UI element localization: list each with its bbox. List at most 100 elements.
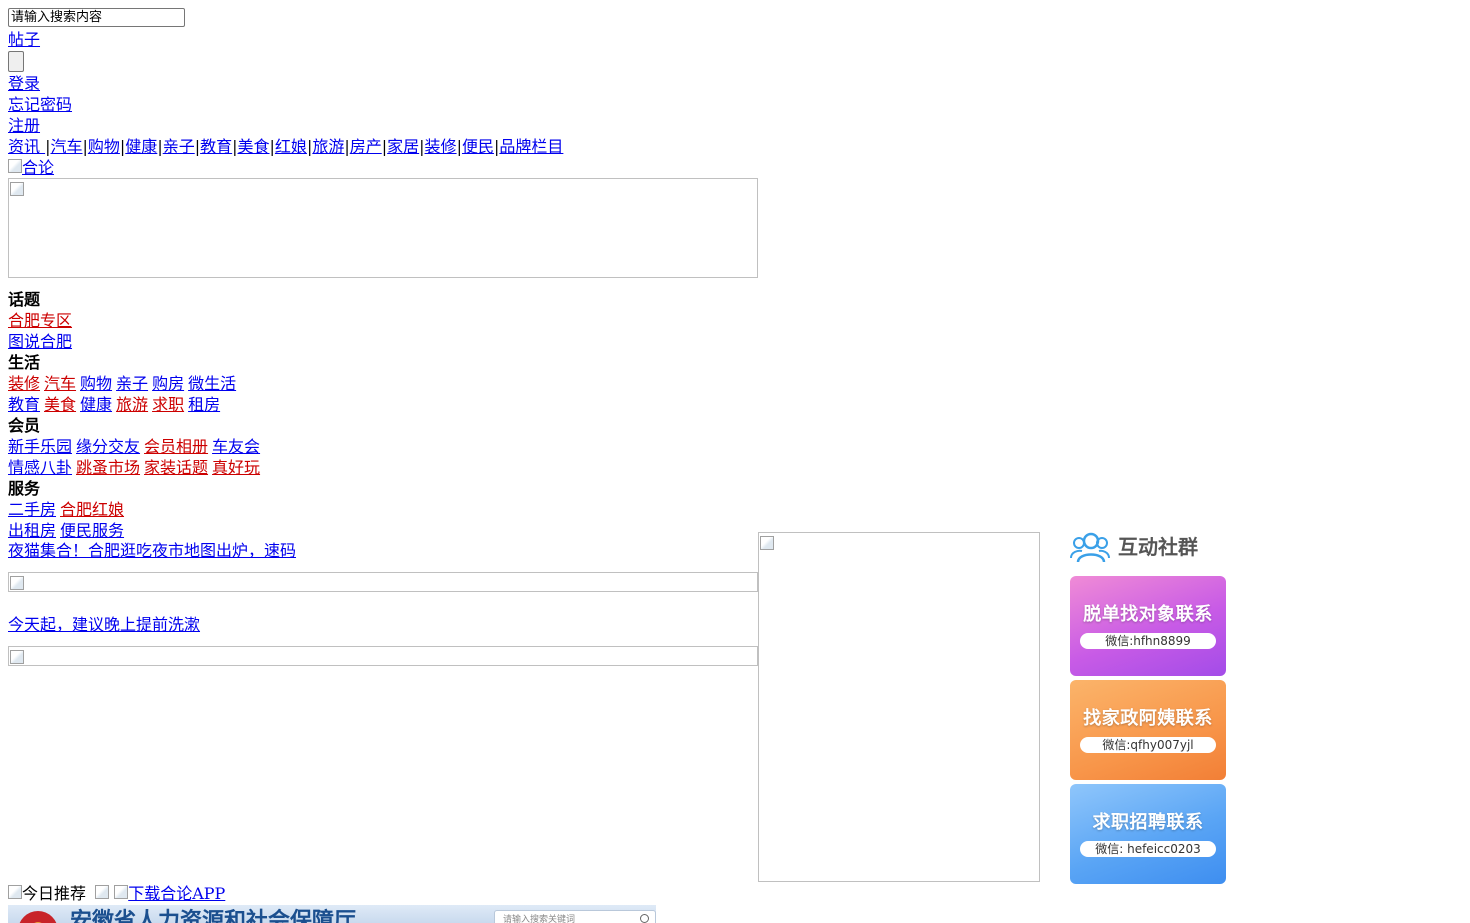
section-link[interactable]: 家装话题: [144, 458, 208, 477]
section-heading: 生活: [8, 353, 41, 372]
nav-link[interactable]: 汽车: [50, 137, 82, 156]
broken-image-icon: [95, 885, 110, 899]
section-link[interactable]: 购房: [152, 374, 184, 393]
broken-image-icon: [10, 650, 24, 664]
section-link[interactable]: 装修: [8, 374, 40, 393]
section-row: 图说合肥: [8, 331, 768, 352]
broken-image-icon: [760, 536, 774, 550]
nav-link[interactable]: 旅游: [312, 137, 344, 156]
login-link[interactable]: 登录: [8, 73, 768, 94]
sidebar-header: 互动社群: [1070, 530, 1230, 564]
category-nav: 资讯 |汽车|购物|健康|亲子|教育|美食|红娘|旅游|房产|家居|装修|便民|…: [8, 136, 768, 157]
large-ad-image[interactable]: [758, 532, 1040, 882]
section-link[interactable]: 求职: [152, 395, 184, 414]
section-link[interactable]: 合肥专区: [8, 311, 72, 330]
section-link[interactable]: 车友会: [212, 437, 260, 456]
article-image[interactable]: [8, 646, 758, 666]
card-title: 脱单找对象联系: [1083, 603, 1213, 625]
card-wechat: 微信: hefeicc0203: [1080, 840, 1216, 857]
preview-title: 安徽省人力资源和社会保障厅: [70, 909, 357, 923]
nav-link[interactable]: 品牌栏目: [499, 137, 563, 156]
card-title: 求职招聘联系: [1092, 811, 1204, 833]
emblem-icon: [18, 911, 58, 923]
article-link[interactable]: 夜猫集合！合肥逛吃夜市地图出炉，速码: [8, 540, 768, 561]
nav-link[interactable]: 资讯: [8, 137, 45, 156]
hrss-preview-image[interactable]: 安徽省人力资源和社会保障厅 请输入搜索关键词: [8, 905, 656, 923]
section-link[interactable]: 便民服务: [60, 521, 124, 540]
section-link[interactable]: 二手房: [8, 500, 56, 519]
section-row: 新手乐园 缘分交友 会员相册 车友会: [8, 436, 768, 457]
sidebar-title: 互动社群: [1118, 534, 1198, 559]
section-link[interactable]: 亲子: [116, 374, 148, 393]
card-title: 找家政阿姨联系: [1083, 707, 1213, 729]
card-wechat: 微信:qfhy007yjl: [1080, 736, 1216, 753]
nav-link[interactable]: 教育: [200, 137, 232, 156]
section-link[interactable]: 缘分交友: [76, 437, 140, 456]
section-link[interactable]: 租房: [188, 395, 220, 414]
search-input[interactable]: 请输入搜索内容: [8, 8, 185, 27]
section-heading: 话题: [8, 290, 41, 309]
section-link[interactable]: 旅游: [116, 395, 148, 414]
broken-image-icon: [8, 159, 22, 173]
article-link[interactable]: 今天起，建议晚上提前洗漱: [8, 614, 768, 635]
section-link[interactable]: 合肥红娘: [60, 500, 124, 519]
section-row: 教育 美食 健康 旅游 求职 租房: [8, 394, 768, 415]
nav-link[interactable]: 便民: [462, 137, 494, 156]
broken-image-icon: [10, 182, 24, 196]
search-button[interactable]: [8, 51, 24, 72]
section-link[interactable]: 情感八卦: [8, 458, 72, 477]
section-link[interactable]: 图说合肥: [8, 332, 72, 351]
nav-link[interactable]: 美食: [238, 137, 270, 156]
top-area: 请输入搜索内容 帖子 登录 忘记密码 注册 资讯 |汽车|购物|健康|亲子|教育…: [8, 8, 768, 541]
section-heading: 会员: [8, 416, 41, 435]
article-image[interactable]: [8, 572, 758, 592]
section-link[interactable]: 出租房: [8, 521, 56, 540]
section-link[interactable]: 汽车: [44, 374, 76, 393]
section-link[interactable]: 微生活: [188, 374, 236, 393]
section-row: 二手房 合肥红娘: [8, 499, 768, 520]
top-banner-image[interactable]: [8, 178, 758, 278]
card-wechat: 微信:hfhn8899: [1080, 632, 1216, 649]
download-app-alt: 下载合论APP: [128, 884, 226, 903]
nav-link[interactable]: 红娘: [275, 137, 307, 156]
bottom-bar: 今日推荐 下载合论APP: [8, 883, 225, 904]
section-link[interactable]: 教育: [8, 395, 40, 414]
preview-search-box: 请输入搜索关键词: [494, 910, 656, 923]
section-link[interactable]: 美食: [44, 395, 76, 414]
section-link[interactable]: 健康: [80, 395, 112, 414]
nav-link[interactable]: 购物: [88, 137, 120, 156]
section-row: 出租房 便民服务: [8, 520, 768, 541]
preview-search-placeholder: 请输入搜索关键词: [503, 915, 576, 923]
section-row: 装修 汽车 购物 亲子 购房 微生活: [8, 373, 768, 394]
article-list: 夜猫集合！合肥逛吃夜市地图出炉，速码 今天起，建议晚上提前洗漱: [8, 540, 768, 666]
section-row: 情感八卦 跳蚤市场 家装话题 真好玩: [8, 457, 768, 478]
section-link[interactable]: 跳蚤市场: [76, 458, 140, 477]
today-recommend-alt: 今日推荐: [22, 884, 87, 903]
posts-link[interactable]: 帖子: [8, 29, 768, 50]
broken-image-icon: [114, 885, 129, 899]
section-link[interactable]: 会员相册: [144, 437, 208, 456]
search-icon: [640, 914, 649, 923]
logo-alt-text: 合论: [22, 158, 55, 177]
nav-link[interactable]: 家居: [387, 137, 419, 156]
site-logo[interactable]: 合论: [8, 157, 54, 178]
nav-link[interactable]: 亲子: [163, 137, 195, 156]
download-app-link[interactable]: 下载合论APP: [114, 883, 225, 904]
section-link[interactable]: 真好玩: [212, 458, 260, 477]
today-recommend-image: 今日推荐: [8, 883, 86, 904]
section-heading: 服务: [8, 479, 41, 498]
dating-contact-card[interactable]: 脱单找对象联系 微信:hfhn8899: [1070, 576, 1226, 676]
broken-image-icon: [10, 576, 24, 590]
broken-image-icon: [8, 885, 22, 899]
housekeeping-contact-card[interactable]: 找家政阿姨联系 微信:qfhy007yjl: [1070, 680, 1226, 780]
nav-link[interactable]: 健康: [125, 137, 157, 156]
nav-link[interactable]: 房产: [350, 137, 382, 156]
section-row: 合肥专区: [8, 310, 768, 331]
nav-link[interactable]: 装修: [425, 137, 457, 156]
section-link[interactable]: 购物: [80, 374, 112, 393]
community-sidebar: 互动社群 脱单找对象联系 微信:hfhn8899 找家政阿姨联系 微信:qfhy…: [1070, 530, 1230, 888]
job-contact-card[interactable]: 求职招聘联系 微信: hefeicc0203: [1070, 784, 1226, 884]
section-link[interactable]: 新手乐园: [8, 437, 72, 456]
register-link[interactable]: 注册: [8, 115, 768, 136]
forgot-password-link[interactable]: 忘记密码: [8, 94, 768, 115]
